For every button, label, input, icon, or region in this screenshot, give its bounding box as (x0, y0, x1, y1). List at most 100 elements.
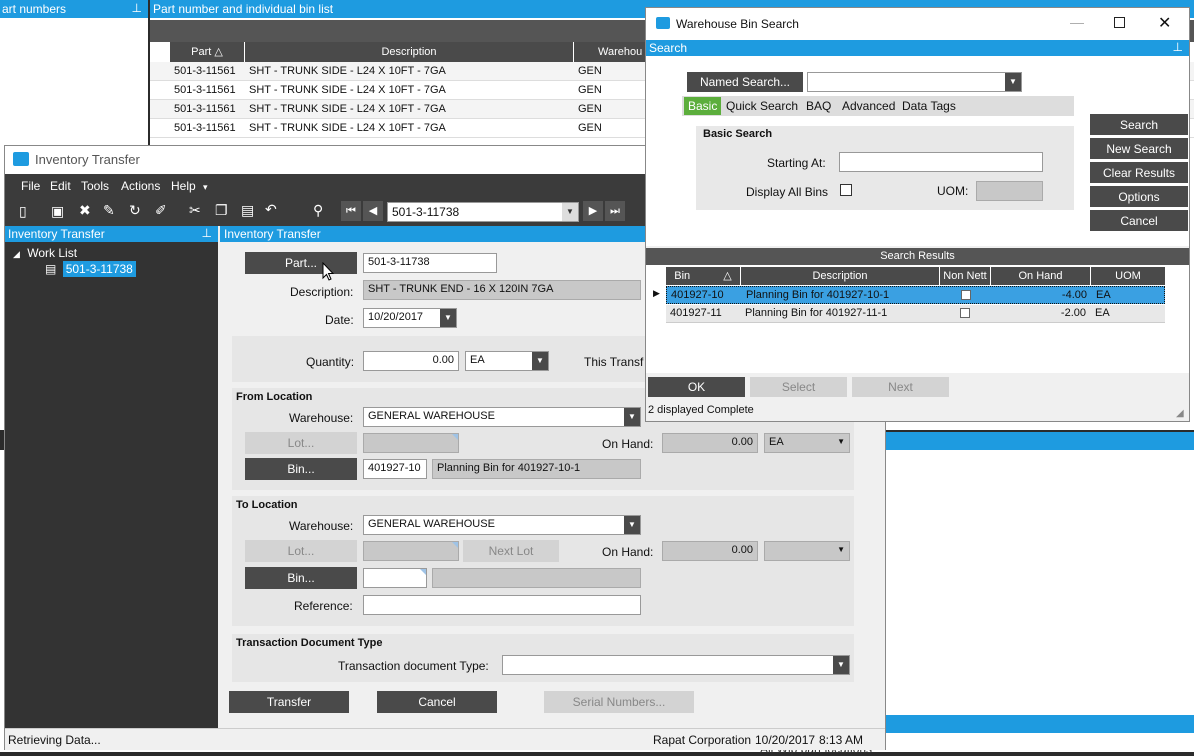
paste-icon[interactable]: ▤ (241, 202, 254, 219)
row-part: 501-3-11561 (174, 65, 236, 77)
tree-root[interactable]: ◢ Work List (13, 246, 77, 260)
row-warehouse: GEN (578, 84, 602, 96)
clear-results-button[interactable]: Clear Results (1090, 162, 1188, 183)
maximize-icon[interactable] (1114, 17, 1125, 28)
wbs-search-header: Search ⊥ (646, 40, 1189, 56)
quantity-uom-select[interactable]: EA ▼ (465, 351, 549, 371)
chevron-down-icon[interactable]: ▼ (624, 408, 640, 426)
table-row[interactable]: 401927-10 Planning Bin for 401927-10-1 -… (666, 286, 1165, 304)
results-col-on-hand[interactable]: On Hand (991, 267, 1090, 285)
search-button[interactable]: Search (1090, 114, 1188, 135)
attach-icon[interactable]: ✎ (103, 202, 115, 219)
pin-icon[interactable]: ⊥ (202, 226, 212, 240)
result-bin: 401927-11 (670, 307, 722, 319)
from-lot-button[interactable]: Lot... (245, 432, 357, 454)
next-lot-button[interactable]: Next Lot (463, 540, 559, 562)
wbs-title-bar[interactable]: Warehouse Bin Search — ✕ (646, 8, 1189, 40)
menu-more-icon[interactable]: ▾ (203, 182, 208, 193)
save-icon[interactable]: ▣ (51, 203, 64, 220)
from-bin-button[interactable]: Bin... (245, 458, 357, 480)
menu-help[interactable]: Help (171, 179, 196, 193)
row-description: SHT - TRUNK SIDE - L24 X 10FT - 7GA (249, 103, 446, 115)
clear-icon[interactable]: ✐ (155, 202, 167, 219)
delete-icon[interactable]: ✖ (79, 202, 91, 219)
to-bin-field[interactable] (363, 568, 427, 588)
quantity-field[interactable]: 0.00 (363, 351, 459, 371)
named-search-button[interactable]: Named Search... (687, 72, 803, 92)
result-non-nett-checkbox[interactable] (961, 290, 971, 300)
tab-quick-search[interactable]: Quick Search (726, 99, 798, 113)
refresh-icon[interactable]: ↻ (129, 202, 141, 219)
chevron-down-icon[interactable]: ▼ (833, 656, 849, 674)
wbs-cancel-button[interactable]: Cancel (1090, 210, 1188, 231)
bg-grid-col-wh[interactable]: Warehou (574, 42, 654, 62)
minimize-icon[interactable]: — (1070, 14, 1084, 30)
from-bin-field[interactable]: 401927-10 (363, 459, 427, 479)
new-search-button[interactable]: New Search (1090, 138, 1188, 159)
chevron-down-icon[interactable]: ▼ (562, 203, 578, 221)
results-col-uom[interactable]: UOM (1091, 267, 1165, 285)
results-col-description[interactable]: Description (741, 267, 939, 285)
tab-baq[interactable]: BAQ (806, 99, 831, 113)
from-lot-field (363, 433, 459, 453)
chevron-down-icon[interactable]: ▼ (624, 516, 640, 534)
cancel-button[interactable]: Cancel (377, 691, 497, 713)
pin-icon[interactable]: ⊥ (132, 1, 142, 15)
tdt-select[interactable]: ▼ (502, 655, 850, 675)
from-warehouse-select[interactable]: GENERAL WAREHOUSE ▼ (363, 407, 641, 427)
date-field[interactable]: 10/20/2017 ▼ (363, 308, 457, 328)
menu-tools[interactable]: Tools (81, 179, 109, 193)
from-onhand-label: On Hand: (602, 437, 654, 451)
next-button[interactable]: Next (852, 377, 949, 397)
results-col-bin[interactable]: Bin △ (666, 267, 740, 285)
close-icon[interactable]: ✕ (1158, 13, 1171, 33)
row-selector-icon: ▶ (653, 288, 660, 298)
starting-at-field[interactable] (839, 152, 1043, 172)
tab-basic[interactable]: Basic (684, 97, 722, 115)
options-button[interactable]: Options (1090, 186, 1188, 207)
part-field[interactable]: 501-3-11738 (363, 253, 497, 273)
named-search-select[interactable]: ▼ (807, 72, 1022, 92)
next-record-icon[interactable]: ▶ (583, 201, 603, 221)
serial-numbers-button[interactable]: Serial Numbers... (544, 691, 694, 713)
table-row[interactable]: 401927-11 Planning Bin for 401927-11-1 -… (666, 305, 1165, 323)
undo-icon[interactable]: ↶ (265, 201, 277, 218)
search-icon[interactable]: ⚲ (313, 202, 323, 219)
app-icon (13, 152, 29, 166)
new-icon[interactable]: ▯ (19, 203, 27, 220)
prev-record-icon[interactable]: ◀ (363, 201, 383, 221)
select-button[interactable]: Select (750, 377, 847, 397)
tab-advanced[interactable]: Advanced (842, 99, 895, 113)
bg-grid-col-desc[interactable]: Description (245, 42, 573, 62)
menu-actions[interactable]: Actions (121, 179, 160, 193)
first-record-icon[interactable]: ⏮ (341, 201, 361, 221)
display-all-bins-checkbox[interactable] (840, 184, 852, 196)
toolbar-part-select[interactable]: 501-3-11738 ▼ (387, 202, 579, 222)
to-bin-button[interactable]: Bin... (245, 567, 357, 589)
results-col-non-nett[interactable]: Non Nett (940, 267, 990, 285)
reference-field[interactable] (363, 595, 641, 615)
ok-button[interactable]: OK (648, 377, 745, 397)
tab-data-tags[interactable]: Data Tags (902, 99, 956, 113)
last-record-icon[interactable]: ⏭ (605, 201, 625, 221)
tdt-label: Transaction document Type: (338, 659, 489, 673)
menu-edit[interactable]: Edit (50, 179, 71, 193)
to-lot-button[interactable]: Lot... (245, 540, 357, 562)
resize-grip-icon[interactable]: ◢ (1176, 408, 1184, 419)
bg-grid-col-part[interactable]: Part △ (170, 42, 244, 62)
row-part: 501-3-11561 (174, 84, 236, 96)
pin-icon[interactable]: ⊥ (1173, 40, 1183, 54)
copy-icon[interactable]: ❐ (215, 202, 228, 219)
menu-file[interactable]: File (21, 179, 40, 193)
tree-item[interactable]: ▤ 501-3-11738 (45, 261, 136, 277)
collapse-icon[interactable]: ◢ (13, 249, 20, 259)
cut-icon[interactable]: ✂ (189, 202, 201, 219)
starting-at-label: Starting At: (767, 156, 826, 170)
calendar-dropdown-icon[interactable]: ▼ (440, 309, 456, 327)
transfer-button[interactable]: Transfer (229, 691, 349, 713)
chevron-down-icon[interactable]: ▼ (532, 352, 548, 370)
to-warehouse-select[interactable]: GENERAL WAREHOUSE ▼ (363, 515, 641, 535)
result-non-nett-checkbox[interactable] (960, 308, 970, 318)
chevron-down-icon[interactable]: ▼ (1005, 73, 1021, 91)
part-button[interactable]: Part... (245, 252, 357, 274)
